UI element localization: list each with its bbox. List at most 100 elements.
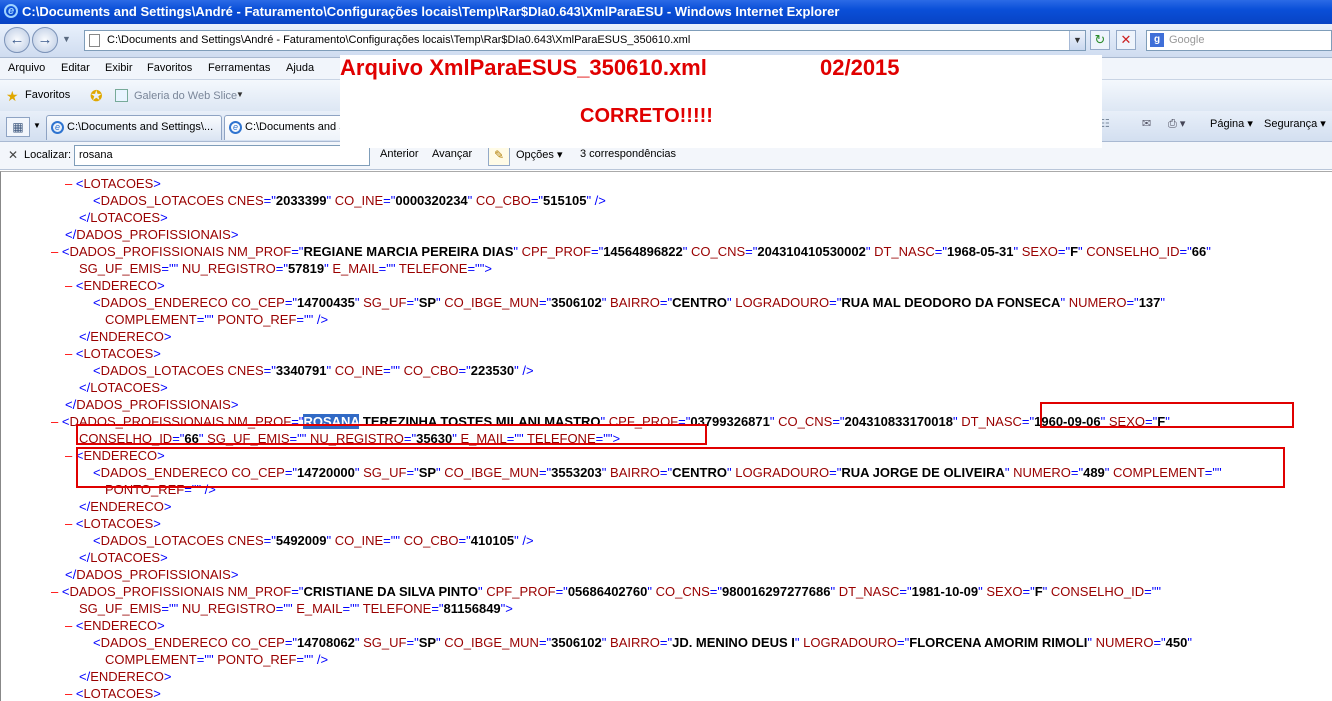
xml-line[interactable]: – <DADOS_PROFISSIONAIS NM_PROF="CRISTIAN… xyxy=(51,583,1161,600)
xml-tag-name: LOTACOES xyxy=(90,210,161,225)
web-slice-gallery[interactable]: Galeria do Web Slice xyxy=(134,90,237,102)
xml-punct: " xyxy=(354,601,360,616)
xml-tag-name: DADOS_ENDERECO xyxy=(100,635,228,650)
find-previous-button[interactable]: Anterior xyxy=(380,148,419,160)
xml-attr-value: 5492009 xyxy=(275,533,327,548)
xml-line[interactable]: – <LOTACOES> xyxy=(65,175,161,192)
menu-arquivo[interactable]: Arquivo xyxy=(8,62,45,74)
favorites-star-icon[interactable]: ★ xyxy=(6,88,19,105)
xml-line: </LOTACOES> xyxy=(79,379,168,396)
print-icon[interactable]: ⎙ ▾ xyxy=(1168,117,1185,131)
refresh-button[interactable]: ↻ xyxy=(1090,30,1110,50)
xml-line: </DADOS_PROFISSIONAIS> xyxy=(65,396,238,413)
xml-attr-value: 3506102 xyxy=(551,295,602,310)
xml-punct: > xyxy=(160,550,168,565)
xml-tag-name: LOTACOES xyxy=(83,516,154,531)
menu-ajuda[interactable]: Ajuda xyxy=(286,62,314,74)
back-button[interactable]: ← xyxy=(4,27,30,53)
xml-line[interactable]: – <LOTACOES> xyxy=(65,685,161,701)
xml-line: <DADOS_ENDERECO CO_CEP="14700435" SG_UF=… xyxy=(93,294,1165,311)
xml-line: </DADOS_PROFISSIONAIS> xyxy=(65,566,238,583)
xml-punct: =" xyxy=(383,193,396,208)
collapse-toggle: – xyxy=(51,244,62,259)
xml-punct: </ xyxy=(65,567,77,582)
xml-tag-name: LOTACOES xyxy=(83,346,154,361)
annotation-overlay: Arquivo XmlParaESUS_350610.xml 02/2015 C… xyxy=(340,55,1102,148)
menu-ferramentas[interactable]: Ferramentas xyxy=(208,62,270,74)
close-find-icon[interactable]: ✕ xyxy=(8,148,18,162)
xml-line: </ENDERECO> xyxy=(79,498,172,515)
xml-line[interactable]: – <LOTACOES> xyxy=(65,345,161,362)
xml-attr-name: NM_PROF xyxy=(227,244,292,259)
xml-punct: > xyxy=(160,210,168,225)
address-bar[interactable]: C:\Documents and Settings\André - Fatura… xyxy=(84,30,1086,51)
xml-punct: " xyxy=(647,584,652,599)
menu-favoritos[interactable]: Favoritos xyxy=(147,62,192,74)
mail-icon[interactable]: ✉ xyxy=(1142,117,1151,130)
xml-attr-name: CO_CNS xyxy=(655,584,710,599)
xml-punct: " xyxy=(1087,635,1093,650)
menu-editar[interactable]: Editar xyxy=(61,62,90,74)
xml-punct: =" xyxy=(659,635,673,650)
xml-attr-name: TELEFONE xyxy=(362,601,432,616)
xml-punct: " xyxy=(1206,244,1211,259)
quick-tabs-icon[interactable]: ▦ xyxy=(6,117,30,137)
collapse-toggle: – xyxy=(65,516,76,531)
xml-attr-name: SG_UF xyxy=(363,295,407,310)
security-menu[interactable]: Segurança ▾ xyxy=(1264,117,1326,130)
page-menu-label: Página xyxy=(1210,118,1245,130)
search-placeholder: Google xyxy=(1169,34,1205,46)
collapse-toggle: – xyxy=(51,414,62,429)
xml-punct: " xyxy=(865,244,871,259)
collapse-toggle: – xyxy=(51,584,62,599)
xml-attr-name: CO_INE xyxy=(334,363,384,378)
xml-line[interactable]: – <ENDERECO> xyxy=(65,617,165,634)
tab-1[interactable]: e C:\Documents and Settings\... xyxy=(46,115,222,140)
xml-line[interactable]: – <ENDERECO> xyxy=(65,277,165,294)
xml-attr-name: CO_CNS xyxy=(778,414,833,429)
overlay-file-title: Arquivo XmlParaESUS_350610.xml xyxy=(340,55,707,80)
tab-list-dropdown-icon[interactable]: ▼ xyxy=(33,121,41,130)
xml-line[interactable]: – <LOTACOES> xyxy=(65,515,161,532)
recent-pages-dropdown-icon[interactable]: ▼ xyxy=(62,34,71,44)
collapse-toggle: – xyxy=(65,448,76,463)
xml-punct: " xyxy=(1160,295,1166,310)
xml-punct: " xyxy=(354,295,360,310)
find-options-button[interactable]: Opções ▾ xyxy=(516,148,563,161)
xml-line[interactable]: – <DADOS_PROFISSIONAIS NM_PROF="REGIANE … xyxy=(51,243,1211,260)
xml-line: SG_UF_EMIS="" NU_REGISTRO="" E_MAIL="" T… xyxy=(79,600,513,617)
window-titlebar: e C:\Documents and Settings\André - Fatu… xyxy=(0,0,1332,24)
xml-attr-value: CRISTIANE DA SILVA PINTO xyxy=(303,584,478,599)
xml-attr-name: DT_NASC xyxy=(838,584,900,599)
forward-button[interactable]: → xyxy=(32,27,58,53)
chevron-down-icon[interactable]: ▼ xyxy=(236,90,244,99)
xml-attr-name: CO_IBGE_MUN xyxy=(444,635,539,650)
tab-1-label: C:\Documents and Settings\... xyxy=(67,121,214,133)
xml-punct: =" xyxy=(263,193,276,208)
tab-2[interactable]: e C:\Documents and S xyxy=(224,115,344,140)
find-input[interactable]: rosana xyxy=(74,145,370,166)
xml-punct: =" xyxy=(406,635,419,650)
xml-punct: =" xyxy=(296,652,309,667)
find-next-button[interactable]: Avançar xyxy=(432,148,472,160)
xml-punct: /> xyxy=(518,533,534,548)
search-input[interactable]: g Google xyxy=(1146,30,1332,51)
navigation-bar: ← → ▼ C:\Documents and Settings\André - … xyxy=(0,24,1332,58)
page-menu[interactable]: Página ▾ xyxy=(1210,117,1253,130)
favorites-button[interactable]: Favoritos xyxy=(25,89,70,101)
address-dropdown-icon[interactable]: ▼ xyxy=(1069,31,1085,50)
xml-attr-name: CO_INE xyxy=(334,193,384,208)
add-favorite-icon[interactable]: ✪ xyxy=(90,87,103,105)
xml-punct: " xyxy=(682,244,688,259)
xml-punct: =" xyxy=(458,363,471,378)
xml-punct: </ xyxy=(79,210,91,225)
menu-exibir[interactable]: Exibir xyxy=(105,62,133,74)
xml-punct: =" xyxy=(378,261,391,276)
xml-tag-name: ENDERECO xyxy=(90,329,164,344)
collapse-toggle: – xyxy=(65,278,76,293)
xml-tag-name: DADOS_LOTACOES xyxy=(100,193,224,208)
highlight-icon[interactable]: ✎ xyxy=(488,145,510,166)
stop-button[interactable]: ✕ xyxy=(1116,30,1136,50)
xml-attr-name: NU_REGISTRO xyxy=(181,601,276,616)
xml-attr-name: NUMERO xyxy=(1095,635,1154,650)
